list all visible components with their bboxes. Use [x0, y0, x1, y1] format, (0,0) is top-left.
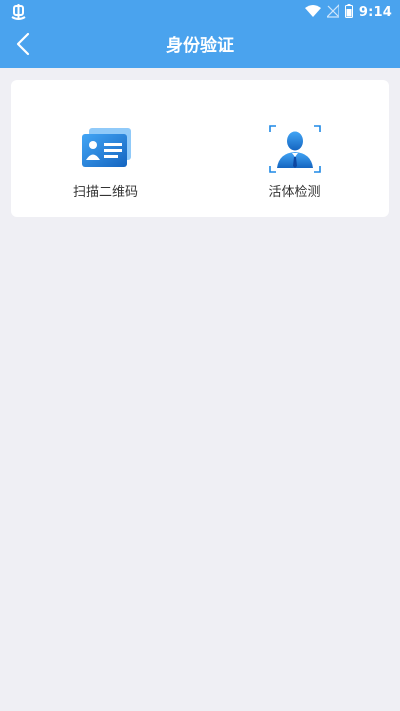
scan-qr-label: 扫描二维码: [72, 185, 138, 200]
face-scan-icon: [268, 124, 322, 174]
scan-qr-option[interactable]: 扫描二维码: [11, 80, 200, 217]
bug-icon: [10, 3, 28, 21]
liveness-detection-label: 活体检测: [268, 185, 321, 200]
nav-bar: 身份验证: [0, 24, 400, 68]
status-time: 9:14: [358, 4, 392, 20]
page-title: 身份验证: [166, 36, 234, 56]
verification-options-card: 扫描二维码 活体检测: [11, 80, 389, 217]
id-card-icon: [79, 124, 133, 174]
wifi-icon: [304, 3, 321, 22]
status-bar: 9:14: [0, 0, 400, 24]
battery-icon: [344, 3, 353, 22]
liveness-detection-option[interactable]: 活体检测: [200, 80, 389, 217]
signal-off-icon: [325, 3, 340, 22]
